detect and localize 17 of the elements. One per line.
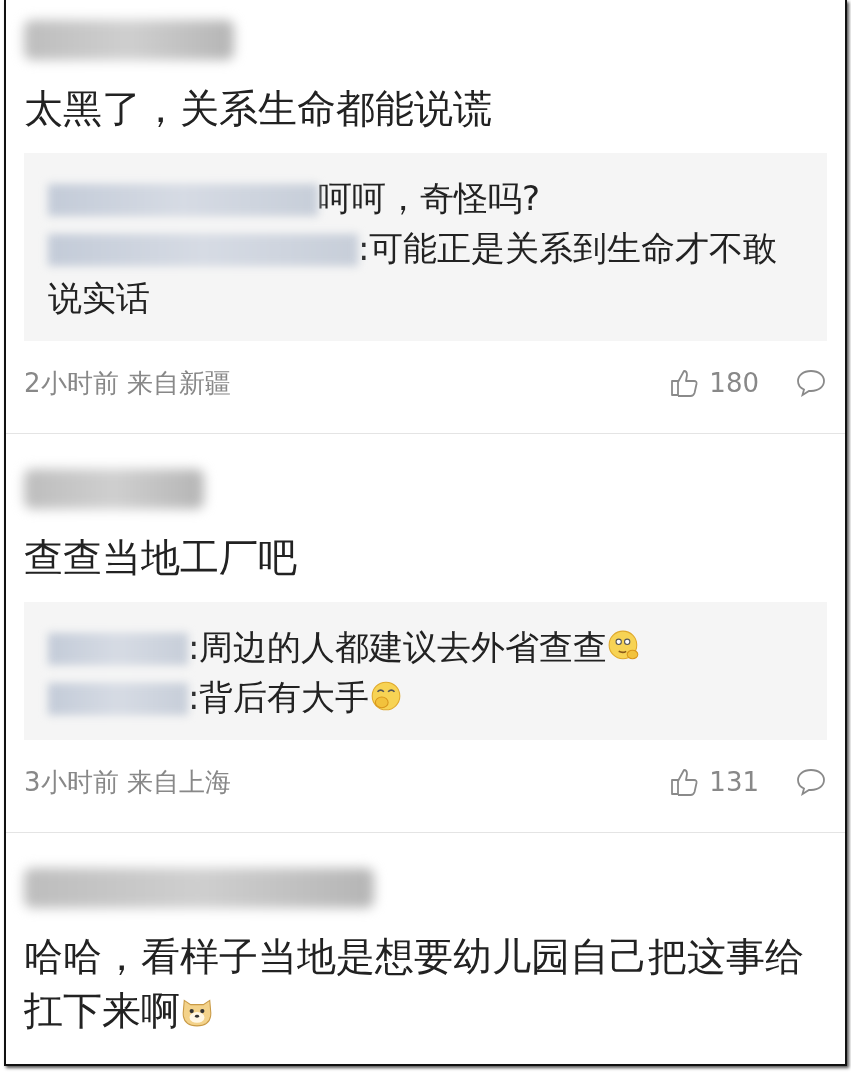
comment-time: 2小时前 来自新疆 xyxy=(24,368,231,398)
comment-time: 3小时前 来自上海 xyxy=(24,767,231,797)
comment-button[interactable] xyxy=(795,368,827,398)
like-button[interactable]: 131 xyxy=(669,767,759,797)
reply-text: :可能正是关系到生命才不敢说实话 xyxy=(48,227,779,320)
reply-text: 呵呵，奇怪吗? xyxy=(48,173,807,223)
comment-button[interactable] xyxy=(795,767,827,797)
thumbs-up-icon xyxy=(669,368,700,398)
comment-text: 太黑了，关系生命都能说谎 xyxy=(24,85,493,133)
comment-text: 查查当地工厂吧 xyxy=(24,534,298,582)
speech-bubble-icon xyxy=(795,767,827,797)
speech-bubble-icon xyxy=(795,368,827,398)
comment-text: 哈哈，看样子当地是想要幼儿园自己把这事给扛下来啊 xyxy=(24,933,805,1035)
reply-text: :背后有大手 xyxy=(48,672,807,722)
like-button[interactable]: 180 xyxy=(669,368,759,398)
reply-text: :周边的人都建议去外省查查 xyxy=(48,622,807,672)
thumbs-up-icon xyxy=(669,767,700,797)
